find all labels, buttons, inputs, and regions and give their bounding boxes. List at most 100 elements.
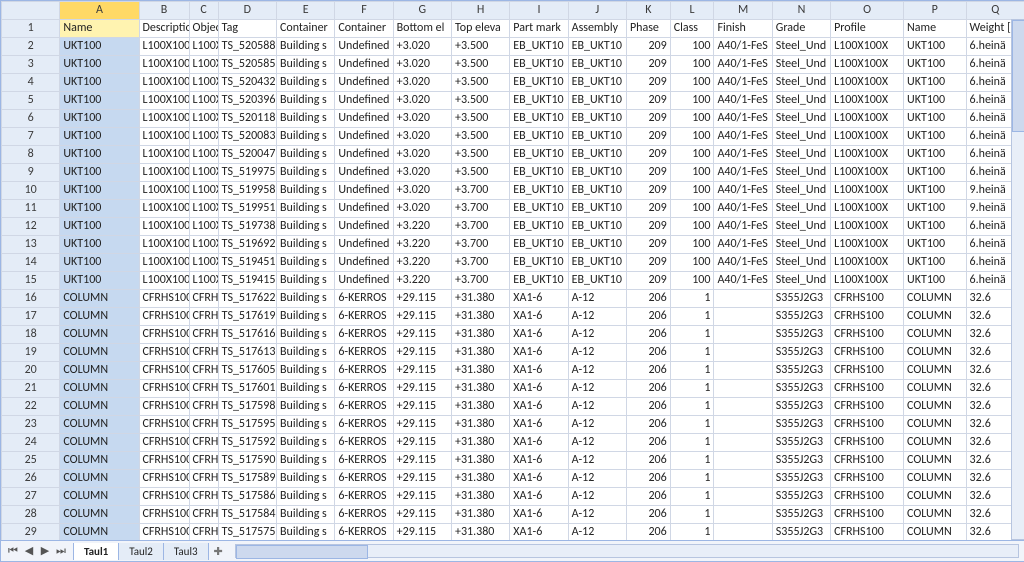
cell[interactable]: +3.220 (393, 218, 451, 236)
cell[interactable]: UKT100 (60, 38, 139, 56)
cell[interactable]: TS_517590 (218, 452, 276, 470)
cell[interactable]: 1 (670, 524, 714, 541)
cell[interactable]: +3.500 (451, 164, 509, 182)
header-cell[interactable]: Tag (218, 20, 276, 38)
sheet-nav-next-icon[interactable]: ▶ (37, 544, 53, 558)
cell[interactable]: L100X100X (831, 254, 904, 272)
cell[interactable]: 6-KERROS (335, 524, 393, 541)
cell[interactable]: CFRHS100 (831, 470, 904, 488)
sheet-tab-taul1[interactable]: Taul1 (73, 543, 119, 560)
cell[interactable]: S355J2G3 (772, 326, 830, 344)
col-header-Q[interactable]: Q (966, 2, 1024, 20)
sheet-nav-first-icon[interactable]: ⏮ (5, 544, 21, 558)
cell[interactable]: +3.500 (451, 128, 509, 146)
col-header-P[interactable]: P (904, 2, 967, 20)
cell[interactable]: 206 (626, 308, 670, 326)
cell[interactable]: S355J2G3 (772, 308, 830, 326)
row-header[interactable]: 9 (2, 164, 60, 182)
cell[interactable]: UKT100 (904, 110, 967, 128)
cell[interactable]: +29.115 (393, 470, 451, 488)
cell[interactable]: L100X100X10 (139, 92, 189, 110)
cell[interactable]: EB_UKT10 (510, 164, 568, 182)
cell[interactable]: +31.380 (451, 362, 509, 380)
cell[interactable]: S355J2G3 (772, 488, 830, 506)
table-row[interactable]: 20COLUMNCFRHS100X100CFRHS100TS_517605Bui… (2, 362, 1024, 380)
cell[interactable]: Undefined (335, 92, 393, 110)
cell[interactable]: EB_UKT10 (510, 218, 568, 236)
cell[interactable]: UKT100 (904, 74, 967, 92)
cell[interactable]: L100X100X (831, 164, 904, 182)
cell[interactable] (714, 524, 772, 541)
col-header-F[interactable]: F (335, 2, 393, 20)
cell[interactable]: L100X100X (831, 56, 904, 74)
cell[interactable]: 100 (670, 164, 714, 182)
cell[interactable]: TS_517595 (218, 416, 276, 434)
cell[interactable]: L100X100X (831, 146, 904, 164)
cell[interactable]: Undefined (335, 74, 393, 92)
cell[interactable]: Building s (276, 146, 334, 164)
cell[interactable]: UKT100 (60, 146, 139, 164)
cell[interactable]: TS_517619 (218, 308, 276, 326)
header-cell[interactable]: Assembly (568, 20, 626, 38)
cell[interactable]: UKT100 (904, 146, 967, 164)
cell[interactable]: XA1-6 (510, 452, 568, 470)
table-row[interactable]: 9UKT100L100X100X10L100X100XTS_519975Buil… (2, 164, 1024, 182)
table-row[interactable]: 25COLUMNCFRHS100X100CFRHS100TS_517590Bui… (2, 452, 1024, 470)
cell[interactable]: 206 (626, 488, 670, 506)
cell[interactable]: CFRHS100 (831, 380, 904, 398)
add-sheet-icon[interactable]: ✚ (214, 545, 223, 558)
cell[interactable]: Steel_Und (772, 164, 830, 182)
col-header-L[interactable]: L (670, 2, 714, 20)
cell[interactable]: TS_517622 (218, 290, 276, 308)
cell[interactable] (714, 290, 772, 308)
row-header[interactable]: 2 (2, 38, 60, 56)
cell[interactable]: L100X100X (189, 218, 218, 236)
cell[interactable] (714, 470, 772, 488)
cell[interactable]: EB_UKT10 (568, 56, 626, 74)
cell[interactable]: L100X100X (189, 146, 218, 164)
cell[interactable]: UKT100 (904, 218, 967, 236)
row-header[interactable]: 16 (2, 290, 60, 308)
cell[interactable]: CFRHS100 (189, 344, 218, 362)
cell[interactable]: UKT100 (904, 254, 967, 272)
row-header[interactable]: 4 (2, 74, 60, 92)
cell[interactable]: +3.700 (451, 218, 509, 236)
cell[interactable]: Steel_Und (772, 182, 830, 200)
vertical-scroll-thumb[interactable] (1012, 20, 1024, 132)
cell[interactable]: Building s (276, 56, 334, 74)
cell[interactable]: TS_520083 (218, 128, 276, 146)
cell[interactable]: COLUMN (904, 290, 967, 308)
cell[interactable]: 1 (670, 452, 714, 470)
cell[interactable]: XA1-6 (510, 380, 568, 398)
col-header-O[interactable]: O (831, 2, 904, 20)
cell[interactable]: +31.380 (451, 506, 509, 524)
cell[interactable]: L100X100X (189, 56, 218, 74)
cell[interactable]: A40/1-FeS (714, 254, 772, 272)
vertical-scrollbar[interactable] (1011, 19, 1024, 540)
select-all-corner[interactable] (2, 2, 60, 20)
cell[interactable]: 100 (670, 56, 714, 74)
table-row[interactable]: 5UKT100L100X100X10L100X100XTS_520396Buil… (2, 92, 1024, 110)
table-row[interactable]: 21COLUMNCFRHS100X100CFRHS100TS_517601Bui… (2, 380, 1024, 398)
cell[interactable]: EB_UKT10 (568, 254, 626, 272)
cell[interactable]: S355J2G3 (772, 470, 830, 488)
table-row[interactable]: 11UKT100L100X100X10L100X100XTS_519951Bui… (2, 200, 1024, 218)
cell[interactable]: TS_517589 (218, 470, 276, 488)
cell[interactable]: L100X100X (831, 236, 904, 254)
cell[interactable]: +3.020 (393, 182, 451, 200)
cell[interactable]: 6-KERROS (335, 416, 393, 434)
cell[interactable]: 209 (626, 272, 670, 290)
cell[interactable]: CFRHS100 (831, 452, 904, 470)
cell[interactable]: EB_UKT10 (568, 146, 626, 164)
cell[interactable]: L100X100X10 (139, 200, 189, 218)
cell[interactable]: 209 (626, 218, 670, 236)
row-header[interactable]: 7 (2, 128, 60, 146)
cell[interactable]: L100X100X10 (139, 110, 189, 128)
cell[interactable]: CFRHS100 (189, 488, 218, 506)
table-row[interactable]: 26COLUMNCFRHS100X100CFRHS100TS_517589Bui… (2, 470, 1024, 488)
cell[interactable]: CFRHS100 (831, 434, 904, 452)
cell[interactable]: A-12 (568, 308, 626, 326)
cell[interactable]: 100 (670, 92, 714, 110)
cell[interactable]: 6-KERROS (335, 506, 393, 524)
cell[interactable]: +3.220 (393, 236, 451, 254)
